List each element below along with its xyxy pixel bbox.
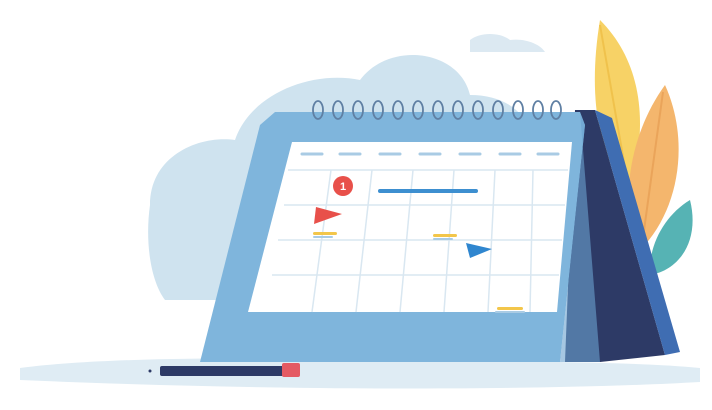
event-bar [378, 189, 478, 193]
calendar-illustration: 1 [20, 20, 700, 389]
notification-badge: 1 [333, 176, 353, 196]
ground-shadow [20, 358, 700, 389]
calendar-page [248, 142, 572, 312]
notification-count: 1 [340, 181, 346, 193]
